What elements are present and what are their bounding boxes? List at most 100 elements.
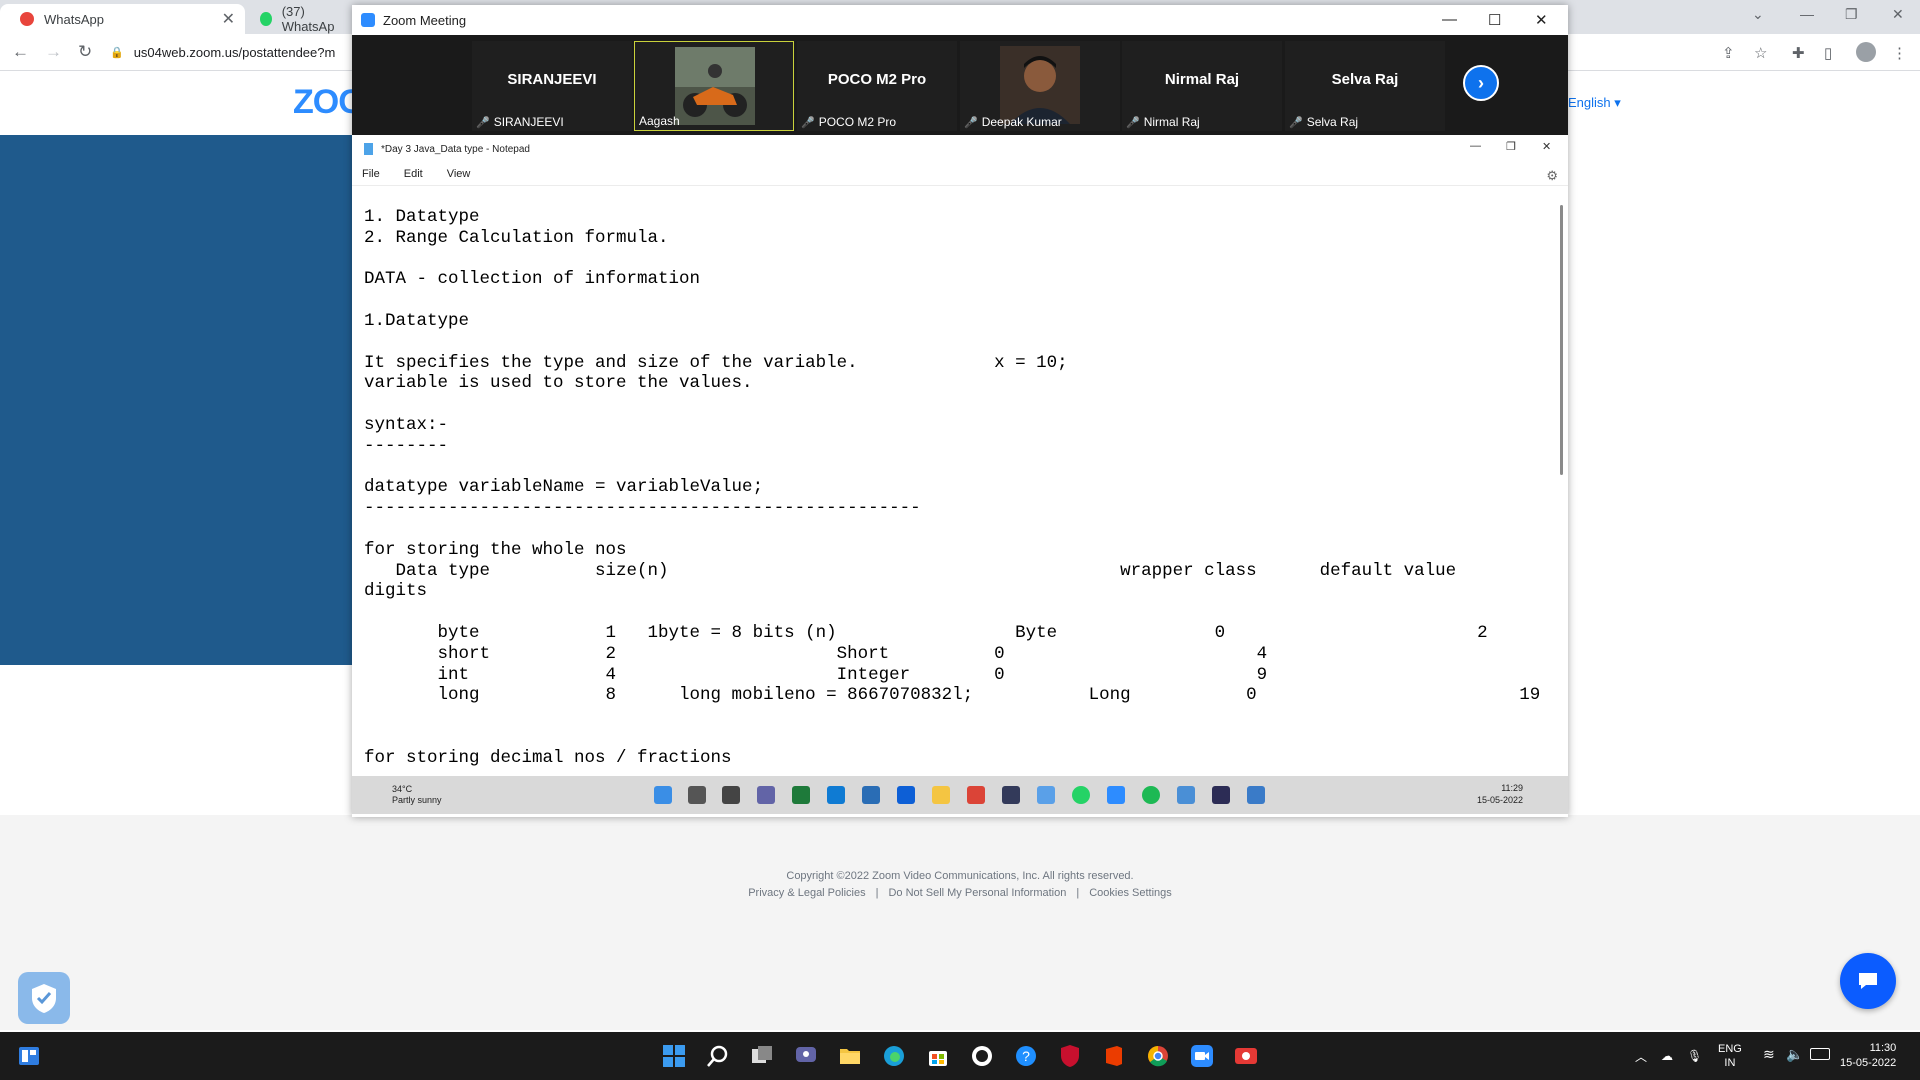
store-icon[interactable] xyxy=(926,1044,950,1068)
edge-icon[interactable] xyxy=(882,1044,906,1068)
office-icon[interactable] xyxy=(1102,1044,1126,1068)
restore-icon[interactable]: ❐ xyxy=(1845,6,1858,23)
onedrive-cloud-icon[interactable]: ☁ xyxy=(1661,1049,1673,1063)
chat-support-button[interactable] xyxy=(1840,953,1896,1009)
browser-tab-whatsapp-2[interactable]: (37) WhatsAp xyxy=(248,4,348,34)
minimize-icon[interactable]: — xyxy=(1470,140,1481,152)
chrome-icon[interactable] xyxy=(1146,1044,1170,1068)
copyright-text: Copyright ©2022 Zoom Video Communication… xyxy=(786,870,1134,882)
shared-time: 11:29 xyxy=(1501,783,1524,793)
app-icon xyxy=(1037,786,1055,804)
tab-search-icon[interactable]: ⌄ xyxy=(1752,6,1764,23)
share-icon[interactable]: ⇪ xyxy=(1722,44,1738,62)
whatsapp-alert-icon xyxy=(20,12,34,26)
participant-label: POCO M2 Pro xyxy=(818,115,897,129)
teams-chat-icon[interactable] xyxy=(794,1044,818,1068)
edge-icon xyxy=(827,786,845,804)
zoom-meeting-window: Zoom Meeting — ☐ ✕ SIRANJEEVI 🎤 SIRANJEEV… xyxy=(352,5,1568,817)
shared-screen-notepad: *Day 3 Java_Data type - Notepad — ❐ ✕ Fi… xyxy=(352,135,1568,817)
region-code: IN xyxy=(1724,1057,1736,1069)
participant-tile[interactable]: POCO M2 Pro 🎤 POCO M2 Pro xyxy=(797,41,957,131)
minimize-icon[interactable]: — xyxy=(1800,6,1814,22)
zoom-taskbar-icon[interactable] xyxy=(1190,1044,1214,1068)
help-icon[interactable]: ? xyxy=(1014,1044,1038,1068)
participant-tile[interactable]: 🎤 Deepak Kumar xyxy=(960,41,1120,131)
menu-edit[interactable]: Edit xyxy=(404,168,423,180)
security-shield-icon[interactable] xyxy=(18,972,70,1024)
search-icon[interactable] xyxy=(706,1044,730,1068)
tab-label: (37) WhatsAp xyxy=(281,4,335,34)
muted-mic-icon: 🎤 xyxy=(801,116,815,129)
weather-widget: 34°C Partly sunny xyxy=(392,784,442,806)
zoom-title-bar: Zoom Meeting — ☐ ✕ xyxy=(352,5,1568,35)
notepad-text-area[interactable]: 1. Datatype 2. Range Calculation formula… xyxy=(364,207,1544,769)
browser-tab-whatsapp[interactable]: WhatsApp ✕ xyxy=(0,4,245,34)
maximize-icon[interactable]: ☐ xyxy=(1488,11,1501,29)
mcafee-icon[interactable] xyxy=(1058,1044,1082,1068)
menu-file[interactable]: File xyxy=(362,168,380,180)
notepad-menu-bar: File Edit View xyxy=(352,163,1568,186)
close-icon[interactable]: ✕ xyxy=(1542,140,1551,153)
volume-icon[interactable]: 🔈 xyxy=(1786,1046,1803,1063)
participant-tile[interactable]: Nirmal Raj 🎤 Nirmal Raj xyxy=(1122,41,1282,131)
search-icon xyxy=(688,786,706,804)
do-not-sell-link[interactable]: Do Not Sell My Personal Information xyxy=(888,887,1066,899)
next-page-chevron-icon[interactable]: › xyxy=(1463,65,1499,101)
participant-video xyxy=(675,47,755,125)
svg-text:?: ? xyxy=(1022,1048,1030,1064)
notepad-title-bar: *Day 3 Java_Data type - Notepad — ❐ ✕ xyxy=(352,135,1568,163)
show-hidden-icons-chevron-icon[interactable]: ︿ xyxy=(1635,1048,1647,1065)
participant-name: Nirmal Raj xyxy=(1164,71,1240,88)
more-menu-icon[interactable]: ⋮ xyxy=(1892,44,1908,62)
language-selector[interactable]: English ▾ xyxy=(1568,95,1621,111)
whatsapp-icon xyxy=(1072,786,1090,804)
participant-tile[interactable]: Aagash xyxy=(634,41,794,131)
menu-view[interactable]: View xyxy=(447,168,471,180)
zoom-window-title: Zoom Meeting xyxy=(383,12,467,28)
participant-label: Selva Raj xyxy=(1306,115,1359,129)
start-icon xyxy=(654,786,672,804)
tab-label: WhatsApp xyxy=(44,11,104,27)
shared-windows-taskbar: 34°C Partly sunny 11:29 15-05-2022 xyxy=(352,776,1568,814)
microphone-icon[interactable]: 🎙 xyxy=(1687,1049,1702,1063)
minimize-icon[interactable]: — xyxy=(1442,11,1457,28)
close-icon[interactable]: ✕ xyxy=(1535,11,1548,29)
chrome-icon xyxy=(967,786,985,804)
back-icon[interactable]: ← xyxy=(12,42,29,62)
extensions-icon[interactable]: ✚ xyxy=(1792,44,1808,62)
widgets-icon[interactable] xyxy=(18,1046,40,1066)
address-bar[interactable]: 🔒 us04web.zoom.us/postattendee?m xyxy=(110,40,370,64)
system-clock[interactable]: 11:30 15-05-2022 xyxy=(1840,1041,1896,1071)
github-icon[interactable] xyxy=(970,1044,994,1068)
zoom-icon xyxy=(1107,786,1125,804)
bookmark-star-icon[interactable]: ☆ xyxy=(1754,44,1770,62)
participant-label: Nirmal Raj xyxy=(1143,115,1200,129)
clock-time: 11:30 xyxy=(1869,1042,1897,1054)
task-view-icon[interactable] xyxy=(750,1044,774,1068)
forward-icon[interactable]: → xyxy=(45,42,62,62)
battery-icon[interactable] xyxy=(1810,1048,1830,1060)
shared-date: 15-05-2022 xyxy=(1477,795,1524,805)
side-panel-icon[interactable]: ▯ xyxy=(1824,44,1840,62)
reload-icon[interactable]: ↻ xyxy=(78,42,92,62)
wifi-icon[interactable]: ≋ xyxy=(1763,1046,1775,1063)
zoom-app-icon xyxy=(361,13,375,27)
language-indicator[interactable]: ENG IN xyxy=(1718,1042,1742,1070)
privacy-link[interactable]: Privacy & Legal Policies xyxy=(748,887,865,899)
close-icon[interactable]: ✕ xyxy=(1892,6,1904,23)
footer-links: Privacy & Legal Policies | Do Not Sell My … xyxy=(748,887,1172,899)
screen-recorder-icon[interactable] xyxy=(1234,1044,1258,1068)
windows-start-icon[interactable] xyxy=(662,1044,686,1068)
close-tab-icon[interactable]: ✕ xyxy=(222,9,235,29)
cookies-settings-link[interactable]: Cookies Settings xyxy=(1089,887,1172,899)
restore-icon[interactable]: ❐ xyxy=(1506,140,1516,153)
file-explorer-icon[interactable] xyxy=(838,1044,862,1068)
muted-mic-icon: 🎤 xyxy=(1289,116,1303,129)
profile-avatar[interactable] xyxy=(1856,42,1876,62)
participant-tile[interactable]: Selva Raj 🎤 Selva Raj xyxy=(1285,41,1445,131)
windows-taskbar: ? xyxy=(0,1032,1920,1080)
participant-video xyxy=(1000,46,1080,124)
participant-tile[interactable]: SIRANJEEVI 🎤 SIRANJEEVI xyxy=(472,41,632,131)
settings-gear-icon[interactable]: ⚙ xyxy=(1546,168,1558,184)
notepad-scrollbar[interactable] xyxy=(1560,205,1563,475)
